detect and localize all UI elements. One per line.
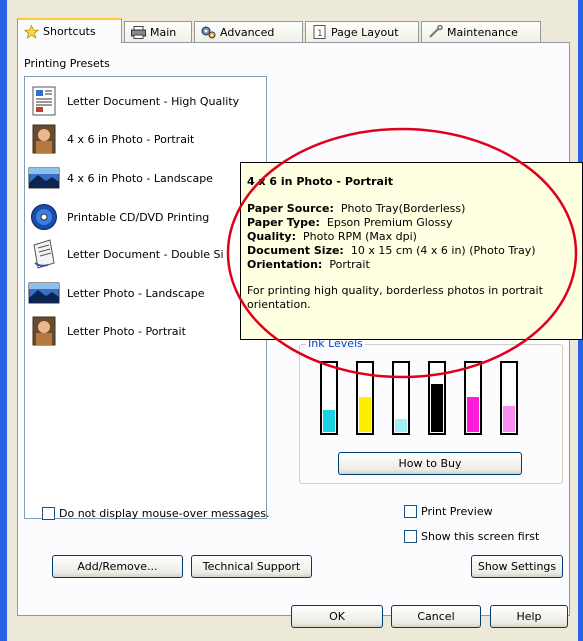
list-item[interactable]: 4 x 6 in Photo - Portrait — [27, 123, 194, 155]
show-screen-first-checkbox[interactable]: Show this screen first — [404, 530, 539, 543]
ink-level-fill — [359, 397, 371, 432]
ink-cartridge — [392, 361, 410, 435]
cd-icon — [27, 201, 61, 233]
tab-shortcuts[interactable]: Shortcuts — [17, 18, 122, 43]
svg-text:1: 1 — [317, 29, 323, 39]
checkbox-box[interactable] — [404, 505, 417, 518]
tooltip-row: Paper Source: Photo Tray(Borderless) — [247, 202, 466, 215]
ink-level-fill — [503, 406, 515, 432]
star-icon — [24, 24, 39, 39]
tooltip-title: 4 x 6 in Photo - Portrait — [247, 175, 393, 188]
list-item[interactable]: 4 x 6 in Photo - Landscape — [27, 162, 213, 194]
checkbox-box[interactable] — [404, 530, 417, 543]
presets-title: Printing Presets — [24, 57, 110, 70]
list-item[interactable]: Letter Photo - Landscape — [27, 277, 205, 309]
ink-cartridge — [464, 361, 482, 435]
list-item[interactable]: Letter Photo - Portrait — [27, 315, 186, 347]
no-mouseover-checkbox[interactable]: Do not display mouse-over messages. — [42, 507, 270, 520]
photo-portrait-icon — [27, 123, 61, 155]
cancel-button[interactable]: Cancel — [391, 605, 481, 628]
ink-cartridge — [356, 361, 374, 435]
add-remove-button[interactable]: Add/Remove... — [52, 555, 183, 578]
show-settings-button[interactable]: Show Settings — [471, 555, 563, 578]
checkbox-box[interactable] — [42, 507, 55, 520]
window-frame-left — [0, 0, 7, 641]
document-icon — [27, 85, 61, 117]
ink-level-fill — [467, 397, 479, 432]
tooltip-row: Orientation: Portrait — [247, 258, 370, 271]
print-preview-checkbox[interactable]: Print Preview — [404, 505, 493, 518]
ink-cartridge — [320, 361, 338, 435]
tooltip-row: Document Size: 10 x 15 cm (4 x 6 in) (Ph… — [247, 244, 536, 257]
presets-list[interactable]: Letter Document - High Quality 4 x 6 in … — [24, 76, 267, 519]
tab-page-layout[interactable]: 1 Page Layout — [305, 21, 419, 42]
wrench-icon — [428, 25, 443, 39]
photo-landscape-icon — [27, 277, 61, 309]
ink-cartridge — [500, 361, 518, 435]
how-to-buy-button[interactable]: How to Buy — [338, 452, 522, 475]
tooltip-row: Quality: Photo RPM (Max dpi) — [247, 230, 417, 243]
list-item[interactable]: Letter Document - Double Si — [27, 238, 224, 270]
gears-icon — [201, 26, 216, 39]
duplex-document-icon — [27, 238, 61, 270]
ok-button[interactable]: OK — [291, 605, 383, 628]
tab-maintenance[interactable]: Maintenance — [421, 21, 541, 42]
list-item[interactable]: Letter Document - High Quality — [27, 85, 239, 117]
ink-level-fill — [323, 410, 335, 432]
preset-tooltip: 4 x 6 in Photo - Portrait Paper Source: … — [240, 162, 583, 340]
ink-level-fill — [395, 419, 407, 432]
tooltip-description: For printing high quality, borderless ph… — [247, 284, 543, 311]
photo-landscape-icon — [27, 162, 61, 194]
photo-portrait-icon — [27, 315, 61, 347]
list-item[interactable]: Printable CD/DVD Printing — [27, 201, 209, 233]
page-icon: 1 — [312, 25, 327, 39]
tooltip-row: Paper Type: Epson Premium Glossy — [247, 216, 453, 229]
tab-advanced[interactable]: Advanced — [194, 21, 303, 42]
ink-level-fill — [431, 384, 443, 432]
technical-support-button[interactable]: Technical Support — [191, 555, 312, 578]
ink-cartridge — [428, 361, 446, 435]
ink-levels-group: Ink Levels How to Buy — [299, 337, 563, 484]
tab-main[interactable]: Main — [124, 21, 192, 42]
help-button[interactable]: Help — [490, 605, 568, 628]
printer-icon — [131, 25, 146, 39]
